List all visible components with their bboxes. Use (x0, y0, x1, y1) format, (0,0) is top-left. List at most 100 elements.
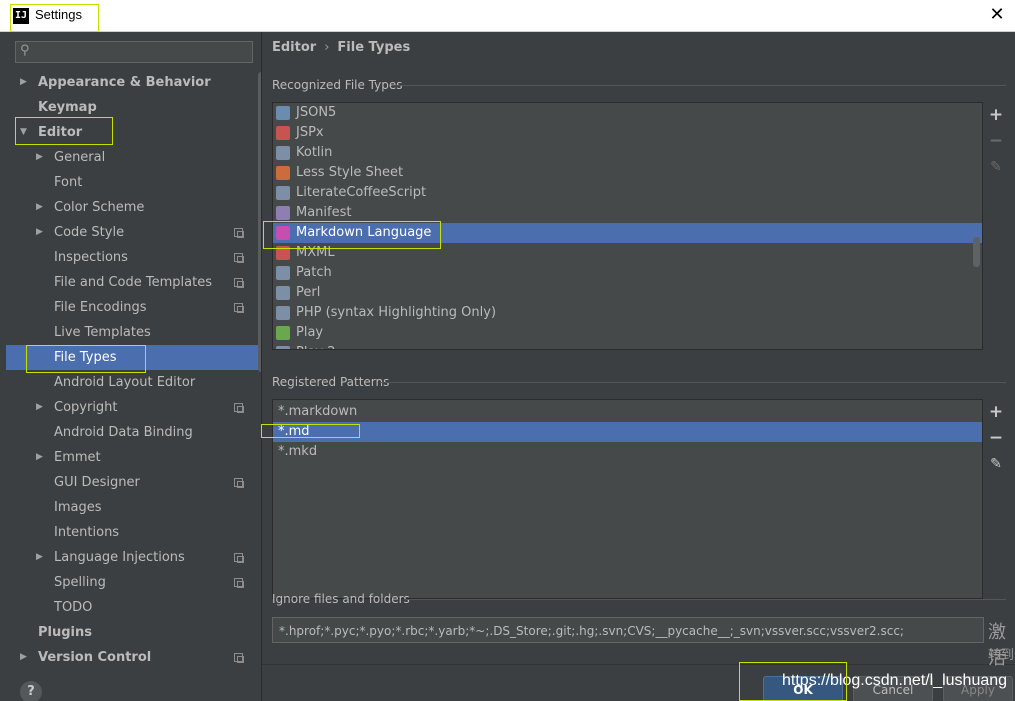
file-type-row[interactable]: JSON5 (273, 103, 971, 123)
sidebar-item[interactable]: Plugins (6, 620, 261, 645)
file-type-row[interactable]: JSPx (273, 123, 971, 143)
sidebar-item[interactable]: ▶ Language Injections (6, 545, 261, 570)
chevron-right-icon[interactable]: ▶ (36, 145, 48, 170)
file-type-row[interactable]: Patch (273, 263, 971, 283)
sidebar-item-label: File Types (54, 350, 117, 365)
sidebar-item[interactable]: TODO (6, 595, 261, 620)
patch-file-icon (276, 266, 290, 280)
file-type-row[interactable]: Markdown Language (273, 223, 982, 243)
breadcrumb-separator: › (324, 40, 330, 55)
remove-pattern-button[interactable]: − (987, 429, 1005, 447)
sidebar-item-label: Version Control (38, 650, 152, 665)
sidebar-item-label: Color Scheme (54, 200, 145, 215)
chevron-right-icon[interactable]: ▶ (36, 545, 48, 570)
sidebar-item-label: Code Style (54, 225, 125, 240)
sidebar-item-label: Live Templates (54, 325, 151, 340)
sidebar-item[interactable]: Live Templates (6, 320, 261, 345)
remove-file-type-button[interactable]: − (987, 132, 1005, 150)
chevron-right-icon[interactable]: ▶ (36, 395, 48, 420)
sidebar-item[interactable]: Android Layout Editor (6, 370, 261, 395)
file-type-row[interactable]: MXML (273, 243, 971, 263)
sidebar-item[interactable]: Android Data Binding (6, 420, 261, 445)
play2-file-icon (276, 346, 290, 349)
chevron-down-icon[interactable]: ▼ (20, 120, 32, 145)
sidebar-item[interactable]: ▶ Emmet (6, 445, 261, 470)
section-divider (404, 599, 1006, 600)
sidebar-item[interactable]: ▶ Version Control (6, 645, 261, 670)
project-scope-icon (234, 553, 244, 563)
file-type-row[interactable]: Manifest (273, 203, 971, 223)
sidebar-item-label: Keymap (38, 100, 97, 115)
sidebar-item-label: Emmet (54, 450, 101, 465)
ignore-files-input[interactable] (279, 622, 979, 640)
sidebar-item-label: Intentions (54, 525, 120, 540)
sidebar-item-label: Appearance & Behavior (38, 75, 211, 90)
file-type-name: Perl (296, 285, 321, 300)
sidebar-item-label: Inspections (54, 250, 128, 265)
edit-pattern-button[interactable]: ✎ (987, 455, 1005, 473)
sidebar-item[interactable]: ▶ General (6, 145, 261, 170)
help-icon[interactable]: ? (20, 681, 42, 701)
ignore-files-field[interactable] (272, 617, 984, 643)
chevron-right-icon[interactable]: ▶ (36, 445, 48, 470)
sidebar-item-label: Plugins (38, 625, 92, 640)
sidebar-item[interactable]: Keymap (6, 95, 261, 120)
sidebar-item[interactable]: File Encodings (6, 295, 261, 320)
sidebar-item[interactable]: ▶ Copyright (6, 395, 261, 420)
sidebar-item-label: Spelling (54, 575, 106, 590)
file-type-name: MXML (296, 245, 335, 260)
sidebar-item[interactable]: Inspections (6, 245, 261, 270)
file-type-row[interactable]: Play (273, 323, 971, 343)
jsp-file-icon (276, 126, 290, 140)
file-type-row[interactable]: Play 2 (273, 343, 971, 349)
sidebar-item[interactable]: GUI Designer (6, 470, 261, 495)
sidebar-item[interactable]: File and Code Templates (6, 270, 261, 295)
kotlin-file-icon (276, 146, 290, 160)
watermark-text: https://blog.csdn.net/l_lushuang (782, 672, 1008, 689)
file-type-name: Patch (296, 265, 332, 280)
settings-sidebar: ⚲ ▶ Appearance & Behavior Keymap ▼ Editor ▶ Ge… (6, 32, 265, 701)
pattern-row[interactable]: *.md (273, 422, 982, 442)
sidebar-item[interactable]: Spelling (6, 570, 261, 595)
registered-patterns-list[interactable]: *.markdown *.md *.mkd (272, 399, 983, 599)
file-type-row[interactable]: PHP (syntax Highlighting Only) (273, 303, 971, 323)
pattern-row[interactable]: *.markdown (273, 402, 982, 422)
recognized-file-types-list[interactable]: JSON5 JSPx Kotlin Less Style Sheet LiterateC… (272, 102, 983, 350)
coffee-file-icon (276, 186, 290, 200)
file-type-row[interactable]: Less Style Sheet (273, 163, 971, 183)
sidebar-item-label: General (54, 150, 106, 165)
file-type-name: Less Style Sheet (296, 165, 404, 180)
file-type-row[interactable]: Kotlin (273, 143, 971, 163)
file-type-name: Markdown Language (296, 225, 432, 240)
chevron-right-icon[interactable]: ▶ (20, 645, 32, 670)
sidebar-item[interactable]: ▶ Color Scheme (6, 195, 261, 220)
file-type-name: Manifest (296, 205, 352, 220)
add-pattern-button[interactable]: + (987, 403, 1005, 421)
sidebar-item[interactable]: ▼ Editor (6, 120, 261, 145)
add-file-type-button[interactable]: + (987, 106, 1005, 124)
chevron-right-icon[interactable]: ▶ (20, 70, 32, 95)
sidebar-item[interactable]: ▶ Code Style (6, 220, 261, 245)
sidebar-item[interactable]: Images (6, 495, 261, 520)
file-type-row[interactable]: Perl (273, 283, 971, 303)
sidebar-item[interactable]: Font (6, 170, 261, 195)
chevron-right-icon[interactable]: ▶ (36, 195, 48, 220)
sidebar-item-label: Copyright (54, 400, 118, 415)
pattern-row[interactable]: *.mkd (273, 442, 982, 462)
close-icon[interactable]: ✕ (987, 5, 1007, 25)
project-scope-icon (234, 478, 244, 488)
pattern-text: *.markdown (278, 404, 358, 419)
edit-file-type-button[interactable]: ✎ (987, 158, 1005, 176)
sidebar-item[interactable]: ▶ Appearance & Behavior (6, 70, 261, 95)
sidebar-item[interactable]: File Types (6, 345, 261, 370)
sidebar-item[interactable]: Intentions (6, 520, 261, 545)
file-type-name: JSPx (296, 125, 324, 140)
chevron-right-icon[interactable]: ▶ (36, 220, 48, 245)
settings-search[interactable]: ⚲ (15, 41, 253, 63)
breadcrumb-parent[interactable]: Editor (272, 40, 316, 55)
sidebar-item-label: Editor (38, 125, 83, 140)
search-input[interactable] (36, 44, 248, 60)
file-types-scrollbar[interactable] (973, 237, 980, 267)
breadcrumb-current: File Types (337, 40, 411, 55)
file-type-row[interactable]: LiterateCoffeeScript (273, 183, 971, 203)
